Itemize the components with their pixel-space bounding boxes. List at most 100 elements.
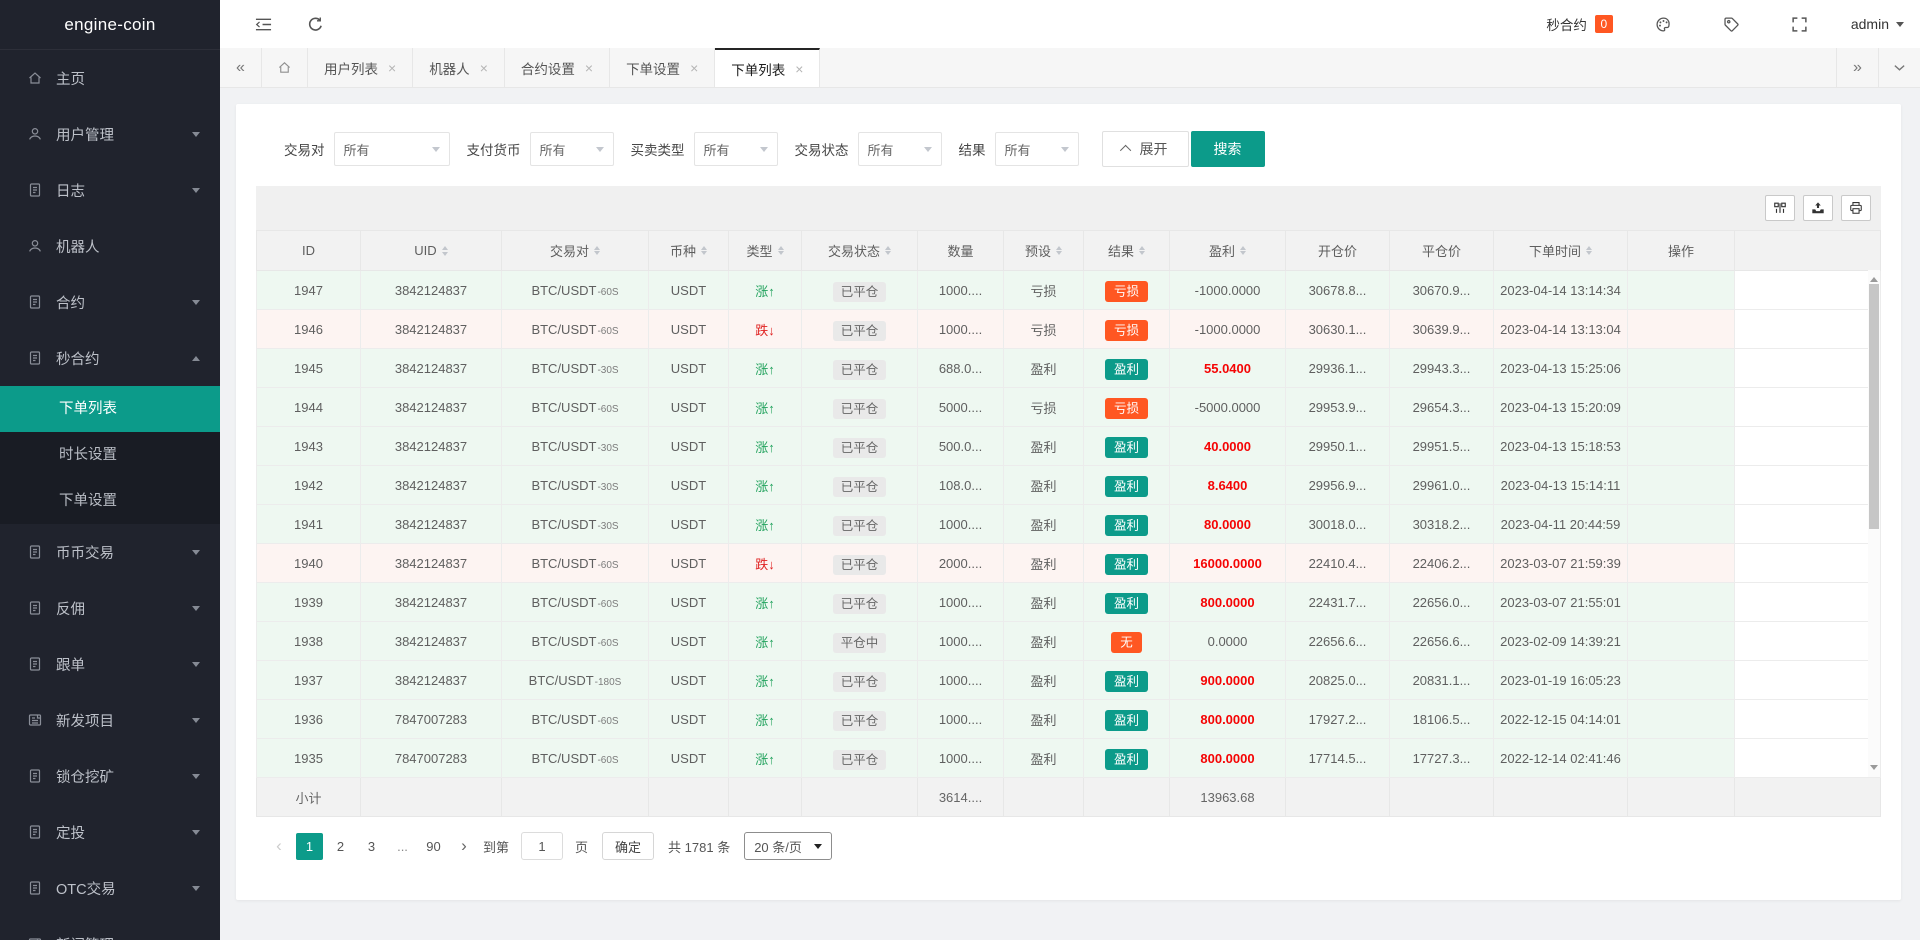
sidebar-item-auto-invest[interactable]: 定投 <box>0 804 220 860</box>
sidebar-item-seconds-contract[interactable]: 秒合约 <box>0 330 220 386</box>
scrollbar-thumb[interactable] <box>1869 284 1879 529</box>
col-header-order-time[interactable]: 下单时间 <box>1493 230 1628 271</box>
page-button-3[interactable]: 3 <box>358 833 385 860</box>
col-header-type[interactable]: 类型 <box>728 230 802 271</box>
order-id-cell: 1939 <box>256 582 361 622</box>
coin-cell: USDT <box>648 387 729 427</box>
page-button-90[interactable]: 90 <box>420 833 447 860</box>
page-jump-input[interactable] <box>521 832 564 860</box>
close-icon[interactable]: × <box>690 61 698 75</box>
close-icon[interactable]: × <box>585 61 593 75</box>
tab-order-list[interactable]: 下单列表 × <box>715 48 821 87</box>
export-button[interactable] <box>1803 195 1833 221</box>
col-header-uid[interactable]: UID <box>360 230 502 271</box>
sort-icon[interactable] <box>441 243 448 259</box>
sidebar-item-contract[interactable]: 合约 <box>0 274 220 330</box>
scroll-down-icon[interactable] <box>1870 765 1878 774</box>
sort-icon[interactable] <box>777 243 784 259</box>
result-cell: 盈利 <box>1083 738 1170 778</box>
seconds-contract-shortcut[interactable]: 秒合约 0 <box>1546 14 1613 34</box>
sort-icon[interactable] <box>1240 243 1246 259</box>
uid-cell: 7847007283 <box>360 699 502 739</box>
confirm-button[interactable]: 确定 <box>602 832 655 860</box>
sidebar-item-lock-mining[interactable]: 锁仓挖矿 <box>0 748 220 804</box>
col-header-coin[interactable]: 币种 <box>648 230 729 271</box>
sidebar-subitem-order-list[interactable]: 下单列表 <box>0 386 220 432</box>
chevron-down-icon <box>759 146 768 152</box>
preset-cell: 盈利 <box>1003 504 1084 544</box>
sidebar-item-coin-trade[interactable]: 币币交易 <box>0 524 220 580</box>
sort-icon[interactable] <box>701 243 707 259</box>
filter-select-pair[interactable]: 所有 <box>333 132 450 166</box>
sidebar-item-copy-trade[interactable]: 跟单 <box>0 636 220 692</box>
order-id-cell: 1938 <box>256 621 361 661</box>
expand-filters-button[interactable]: 展开 <box>1101 131 1189 167</box>
result-badge: 盈利 <box>1104 710 1148 731</box>
chevron-up-icon <box>1119 144 1131 157</box>
sidebar-subitem-duration-settings[interactable]: 时长设置 <box>0 432 220 478</box>
sort-icon[interactable] <box>1586 243 1592 259</box>
sidebar-item-robot[interactable]: 机器人 <box>0 218 220 274</box>
sidebar-item-otc[interactable]: OTC交易 <box>0 860 220 916</box>
col-header-result[interactable]: 结果 <box>1083 230 1170 271</box>
sidebar-item-logs[interactable]: 日志 <box>0 162 220 218</box>
col-header-trade-status[interactable]: 交易状态 <box>801 230 918 271</box>
sidebar-item-news-mgmt[interactable]: 新闻管理 <box>0 916 220 940</box>
trade-status-cell: 已平仓 <box>801 504 918 544</box>
tab-contract-settings[interactable]: 合约设置 × <box>505 48 611 87</box>
page-button-2[interactable]: 2 <box>327 833 354 860</box>
theme-palette-icon[interactable] <box>1647 7 1681 41</box>
tab-user-list[interactable]: 用户列表 × <box>308 48 414 87</box>
uid-cell: 3842124837 <box>360 270 502 310</box>
page-size-select[interactable]: 20 条/页 <box>744 832 832 860</box>
sort-icon[interactable] <box>1056 243 1062 259</box>
columns-filter-button[interactable] <box>1765 195 1795 221</box>
result-badge: 亏损 <box>1104 398 1148 419</box>
close-icon[interactable]: × <box>388 61 396 75</box>
tag-icon[interactable] <box>1715 7 1749 41</box>
col-header-profit[interactable]: 盈利 <box>1169 230 1286 271</box>
sidebar-item-rebate[interactable]: 反佣 <box>0 580 220 636</box>
search-button[interactable]: 搜索 <box>1190 131 1265 167</box>
sidebar-item-user-mgmt[interactable]: 用户管理 <box>0 106 220 162</box>
shortcut-label: 秒合约 <box>1546 18 1587 33</box>
filter-select-result[interactable]: 所有 <box>994 132 1079 166</box>
fullscreen-icon[interactable] <box>1783 7 1817 41</box>
sidebar-item-new-projects[interactable]: 新发项目 <box>0 692 220 748</box>
tab-robot[interactable]: 机器人 × <box>413 48 505 87</box>
prev-page-button[interactable]: ‹ <box>268 836 290 856</box>
refresh-icon[interactable] <box>298 7 332 41</box>
filter-select-pay-coin[interactable]: 所有 <box>529 132 614 166</box>
close-icon[interactable]: × <box>795 62 803 76</box>
print-button[interactable] <box>1841 195 1871 221</box>
scroll-tabs-left-button[interactable]: « <box>220 48 262 87</box>
tab-home[interactable] <box>262 48 308 87</box>
tabs-menu-button[interactable] <box>1878 48 1920 87</box>
close-price-cell: 29943.3... <box>1389 348 1494 388</box>
sort-icon[interactable] <box>1139 243 1145 259</box>
page-button-1[interactable]: 1 <box>296 832 323 860</box>
sidebar-item-label: 新闻管理 <box>56 934 192 940</box>
trade-status-cell: 已平仓 <box>801 543 918 583</box>
pair-suffix: -30S <box>597 442 619 454</box>
filter-select-trade-type[interactable]: 所有 <box>693 132 778 166</box>
order-time-cell: 2023-04-13 15:25:06 <box>1493 348 1628 388</box>
col-header-preset[interactable]: 预设 <box>1003 230 1084 271</box>
uid-cell: 3842124837 <box>360 504 502 544</box>
sort-icon[interactable] <box>594 243 600 259</box>
collapse-sidebar-icon[interactable] <box>246 7 280 41</box>
tab-order-settings[interactable]: 下单设置 × <box>610 48 716 87</box>
filter-select-trade-status[interactable]: 所有 <box>857 132 942 166</box>
result-badge: 盈利 <box>1104 437 1148 458</box>
sort-icon[interactable] <box>885 243 891 259</box>
close-icon[interactable]: × <box>480 61 488 75</box>
table-scrollbar[interactable] <box>1868 270 1880 777</box>
sidebar-subitem-order-settings[interactable]: 下单设置 <box>0 478 220 524</box>
scroll-up-icon[interactable] <box>1870 273 1878 282</box>
scroll-tabs-right-button[interactable]: » <box>1836 48 1878 87</box>
next-page-button[interactable]: › <box>453 836 475 856</box>
sidebar-item-home[interactable]: 主页 <box>0 50 220 106</box>
open-price-cell: 22410.4... <box>1285 543 1390 583</box>
col-header-pair[interactable]: 交易对 <box>501 230 649 271</box>
user-menu[interactable]: admin <box>1851 16 1904 32</box>
